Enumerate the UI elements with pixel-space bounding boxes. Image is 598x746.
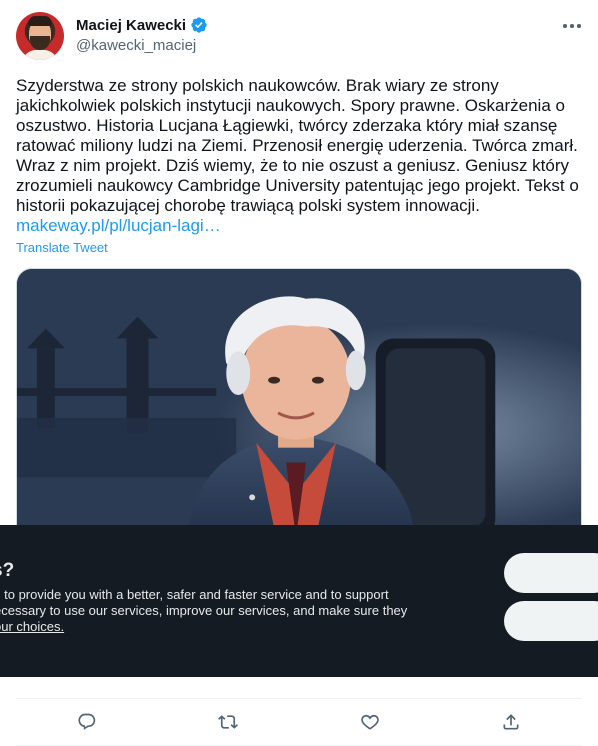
author-handle[interactable]: @kawecki_maciej xyxy=(76,37,196,54)
retweet-button[interactable] xyxy=(210,704,246,740)
like-button[interactable] xyxy=(352,704,388,740)
accept-cookies-button[interactable] xyxy=(504,553,598,593)
cookie-consent-banner: s? s to provide you with a better, safer… xyxy=(0,525,598,677)
avatar[interactable] xyxy=(16,12,64,60)
share-icon xyxy=(503,714,519,730)
tweet-body: Szyderstwa ze strony polskich naukowców.… xyxy=(16,76,584,215)
tweet-link[interactable]: makeway.pl/pl/lucjan-lagi… xyxy=(16,216,221,235)
verified-badge-icon xyxy=(191,17,207,33)
reply-icon xyxy=(78,713,95,730)
cookie-text-line-1: s to provide you with a better, safer an… xyxy=(0,587,389,602)
cookie-text-line-2: ecessary to use our services, improve ou… xyxy=(0,603,408,618)
share-button[interactable] xyxy=(493,704,529,740)
tweet-actions xyxy=(16,700,582,744)
translate-tweet-link[interactable]: Translate Tweet xyxy=(16,240,108,255)
tweet-text: Szyderstwa ze strony polskich naukowców.… xyxy=(16,76,586,236)
retweet-icon xyxy=(218,715,239,729)
reply-button[interactable] xyxy=(69,704,105,740)
photo-portrait-illustration xyxy=(17,269,581,537)
author-name-row[interactable]: Maciej Kawecki xyxy=(76,16,208,34)
more-options-icon[interactable] xyxy=(562,16,582,36)
cookie-choices-link[interactable]: our choices. xyxy=(0,619,434,635)
tweet-header: Maciej Kawecki @kawecki_maciej xyxy=(16,12,582,64)
like-icon xyxy=(361,714,379,730)
author-name[interactable]: Maciej Kawecki xyxy=(76,17,186,34)
tweet-image[interactable] xyxy=(16,268,582,538)
cookie-banner-text: s to provide you with a better, safer an… xyxy=(0,587,434,635)
refuse-cookies-button[interactable] xyxy=(504,601,598,641)
divider xyxy=(16,698,582,699)
cookie-banner-title: s? xyxy=(0,560,15,581)
